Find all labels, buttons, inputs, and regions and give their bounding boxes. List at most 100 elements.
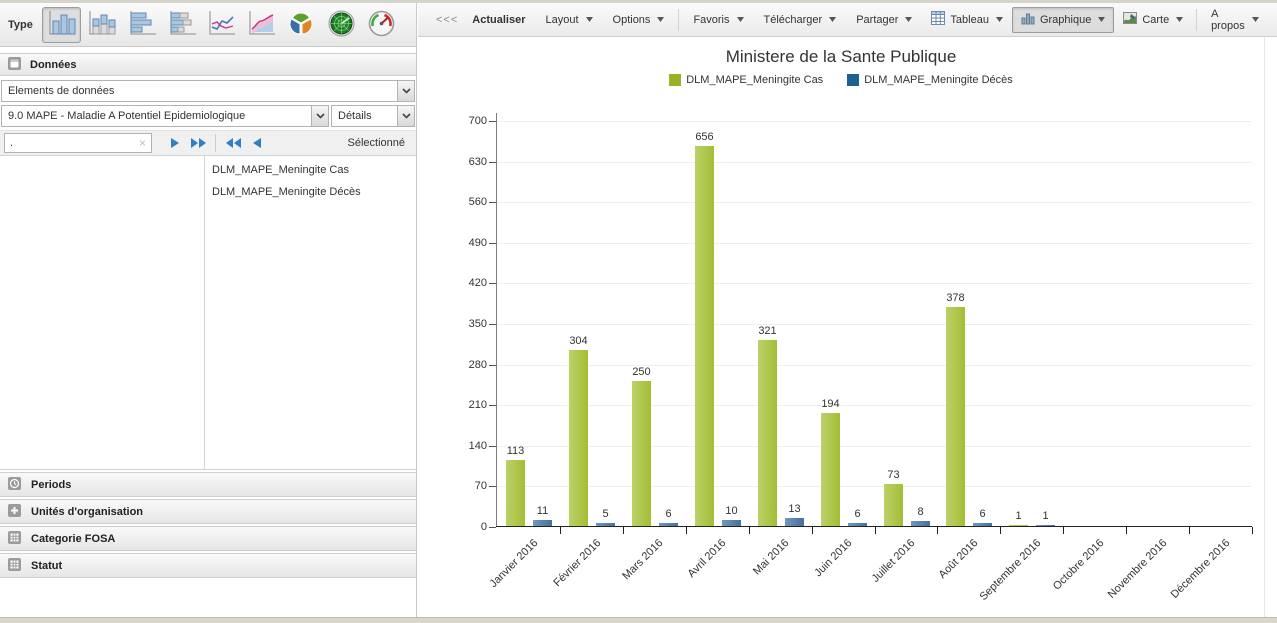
menu-divider [1196, 9, 1197, 31]
caret-down-icon [1098, 17, 1105, 22]
y-axis-tick [489, 324, 496, 325]
bar-value-label: 73 [874, 469, 914, 481]
bar-chart-button[interactable] [122, 7, 161, 43]
accordion-categorie-fosa-label: Categorie FOSA [31, 533, 115, 545]
bar-value-label: 250 [622, 366, 662, 378]
chart-bar[interactable] [533, 520, 552, 526]
chart-bar[interactable] [695, 146, 714, 526]
move-selected-right-button[interactable] [162, 133, 186, 153]
area-chart-button[interactable] [242, 7, 281, 43]
move-all-right-button[interactable] [186, 133, 210, 153]
caret-down-icon [657, 17, 664, 22]
y-axis-tick [489, 202, 496, 203]
stacked-bar-chart-button[interactable] [162, 7, 201, 43]
x-axis-tick [749, 527, 750, 534]
menu-favoris[interactable]: Favoris [683, 8, 753, 32]
line-chart-button[interactable] [202, 7, 241, 43]
chart-bar[interactable] [785, 518, 804, 526]
pie-chart-icon [286, 11, 316, 39]
data-type-select[interactable]: Elements de données [1, 80, 415, 102]
x-axis-tick [1189, 527, 1190, 534]
chart-bar[interactable] [911, 521, 930, 526]
chart-type-toolbar: Type [0, 3, 416, 47]
menu-a-propos[interactable]: A propos [1201, 8, 1269, 32]
legend-swatch [847, 74, 859, 86]
accordion-periods[interactable]: Periods [0, 472, 416, 497]
plot-area: 0701402102803504204905606307001133042506… [497, 121, 1252, 527]
chart-bar[interactable] [722, 520, 741, 526]
y-axis [496, 113, 497, 527]
gauge-chart-icon [368, 10, 395, 40]
bar-value-label: 10 [712, 505, 752, 517]
available-list[interactable] [0, 156, 205, 469]
menu-a-propos-label: A propos [1211, 8, 1245, 32]
list-item[interactable]: DLM_MAPE_Meningite Décès [205, 181, 416, 203]
column-chart-button[interactable] [42, 7, 81, 43]
accordion-donnees[interactable]: Données [0, 53, 416, 76]
bar-value-label: 6 [963, 508, 1003, 520]
menubar: <<<ActualiserLayout Options FavorisTélécha… [418, 3, 1277, 37]
caret-down-icon [1252, 17, 1259, 22]
pie-chart-button[interactable] [282, 7, 321, 43]
chart-icon [1021, 11, 1035, 28]
chart-bar[interactable] [659, 523, 678, 526]
menu-actualiser[interactable]: Actualiser [462, 8, 535, 32]
accordion-org-units[interactable]: Unités d'organisation [0, 499, 416, 524]
chart-bar[interactable] [569, 350, 588, 526]
chevron-down-icon[interactable] [311, 106, 328, 126]
menu-carte-label: Carte [1142, 14, 1169, 26]
chart-bar[interactable] [1036, 525, 1055, 526]
radar-chart-button[interactable] [322, 7, 361, 43]
chart-bar[interactable] [973, 523, 992, 526]
chart-bar[interactable] [848, 523, 867, 526]
clock-icon [8, 477, 21, 493]
gridline [497, 121, 1252, 122]
menu-layout[interactable]: Layout [535, 8, 602, 32]
chart-legend: DLM_MAPE_Meningite Cas DLM_MAPE_Meningite… [418, 74, 1264, 86]
menu-tableau[interactable]: Tableau [922, 7, 1012, 33]
menubar-right: TableauGraphique Carte A propos Accueil [922, 7, 1277, 33]
legend-item[interactable]: DLM_MAPE_Meningite Cas [669, 74, 823, 86]
gridline [497, 243, 1252, 244]
menu-collapse[interactable]: <<< [426, 8, 462, 32]
x-axis [496, 526, 1252, 527]
accordion-statut[interactable]: Statut [0, 553, 416, 578]
move-selected-left-button[interactable] [245, 133, 269, 153]
donnees-label: Données [30, 59, 76, 71]
chevron-down-icon[interactable] [397, 81, 414, 101]
chart-bar[interactable] [946, 307, 965, 526]
move-all-left-button[interactable] [221, 133, 245, 153]
stacked-column-chart-icon [85, 10, 117, 40]
legend-swatch [669, 74, 681, 86]
menu-options-label: Options [613, 14, 651, 26]
selected-list[interactable]: DLM_MAPE_Meningite CasDLM_MAPE_Meningite… [205, 156, 416, 469]
y-axis-tick [489, 283, 496, 284]
chart-bar[interactable] [1009, 525, 1028, 526]
clear-icon[interactable]: × [139, 137, 146, 149]
details-select[interactable]: Détails [331, 105, 415, 127]
table-icon [931, 11, 945, 28]
filter-input[interactable]: . × [4, 133, 152, 153]
chart-bar[interactable] [632, 381, 651, 526]
chart-bar[interactable] [884, 484, 903, 526]
chart-bar[interactable] [596, 523, 615, 526]
gauge-chart-button[interactable] [362, 7, 401, 43]
list-item[interactable]: DLM_MAPE_Meningite Cas [205, 159, 416, 181]
menu-partager[interactable]: Partager [846, 8, 922, 32]
legend-item[interactable]: DLM_MAPE_Meningite Décès [847, 74, 1013, 86]
caret-down-icon [905, 17, 912, 22]
menu-options[interactable]: Options [603, 8, 675, 32]
chevron-down-icon[interactable] [397, 106, 414, 126]
menu-telecharger[interactable]: Télécharger [754, 8, 847, 32]
menu-accueil[interactable]: Accueil [1269, 8, 1277, 32]
accordion-categorie-fosa[interactable]: Categorie FOSA [0, 526, 416, 551]
bar-value-label: 8 [901, 506, 941, 518]
stacked-column-chart-button[interactable] [82, 7, 121, 43]
menu-graphique[interactable]: Graphique [1012, 7, 1114, 33]
x-axis-tick [1252, 527, 1253, 534]
map-icon [1123, 11, 1137, 28]
caret-down-icon [1176, 17, 1183, 22]
data-group-select[interactable]: 9.0 MAPE - Maladie A Potentiel Epidemiol… [1, 105, 329, 127]
menu-carte[interactable]: Carte [1114, 7, 1192, 33]
chart-bar[interactable] [758, 340, 777, 526]
